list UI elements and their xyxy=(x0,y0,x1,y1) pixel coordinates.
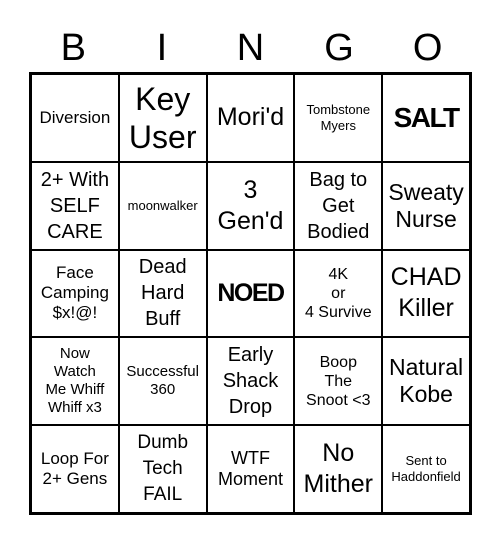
bingo-cell-label: Boop The Snoot <3 xyxy=(306,353,371,409)
header-letter-o: O xyxy=(412,27,443,69)
bingo-cell[interactable]: Sweaty Nurse xyxy=(382,161,470,250)
bingo-cell[interactable]: Early Shack Drop xyxy=(206,337,295,426)
bingo-cell-label: 2+ With SELF CARE xyxy=(40,168,110,243)
bingo-cell-label: 3 Gen'd xyxy=(217,175,284,235)
bingo-cell-label: Early Shack Drop xyxy=(222,344,279,419)
bingo-cell[interactable]: WTF Moment xyxy=(206,425,295,513)
bingo-cell-label: Key User xyxy=(128,80,197,155)
bingo-cell-label: moonwalker xyxy=(127,197,198,213)
bingo-cell[interactable]: Sent to Haddonfield xyxy=(382,425,470,513)
bingo-cell[interactable]: SALT xyxy=(382,74,470,162)
bingo-cell[interactable]: Key User xyxy=(118,74,207,162)
bingo-cell-label: Tombstone Myers xyxy=(306,101,371,133)
header-letter-n: N xyxy=(236,27,265,69)
header-letter-b: B xyxy=(60,27,86,69)
bingo-cell-label: Successful 360 xyxy=(126,363,199,399)
bingo-cell-label: Dead Hard Buff xyxy=(138,256,187,331)
bingo-cell-label: CHAD Killer xyxy=(390,263,462,323)
bingo-cell[interactable]: Successful 360 xyxy=(118,337,207,426)
bingo-cell-label: Now Watch Me Whiff Whiff x3 xyxy=(45,345,105,417)
bingo-cell-label: No Mither xyxy=(303,439,374,499)
bingo-cell-label: Face Camping $x!@! xyxy=(40,263,109,323)
header-letter-i: I xyxy=(156,27,168,69)
bingo-cell-label: Diversion xyxy=(39,107,111,127)
bingo-cell[interactable]: Now Watch Me Whiff Whiff x3 xyxy=(31,337,119,426)
bingo-cell[interactable]: Diversion xyxy=(31,74,119,162)
bingo-cell[interactable]: Boop The Snoot <3 xyxy=(294,337,383,426)
bingo-cell[interactable]: Natural Kobe xyxy=(382,337,470,426)
bingo-cell-label: Natural Kobe xyxy=(389,354,464,408)
bingo-cell[interactable]: 3 Gen'd xyxy=(206,161,295,250)
bingo-cell[interactable]: moonwalker xyxy=(118,161,207,250)
bingo-cell[interactable]: Dead Hard Buff xyxy=(118,249,207,338)
bingo-cell[interactable]: CHAD Killer xyxy=(382,249,470,338)
bingo-cell[interactable]: Tombstone Myers xyxy=(294,74,383,162)
bingo-cell[interactable]: 4K or 4 Survive xyxy=(294,249,383,338)
bingo-cell-label: 4K or 4 Survive xyxy=(304,265,372,321)
bingo-cell-label: Bag to Get Bodied xyxy=(307,168,370,243)
bingo-cell-label: Dumb Tech FAIL xyxy=(137,432,189,506)
bingo-cell-label: Sent to Haddonfield xyxy=(391,453,461,485)
bingo-cell[interactable]: No Mither xyxy=(294,425,383,513)
bingo-cell-label: Loop For 2+ Gens xyxy=(40,449,109,489)
bingo-cell-label: Mori'd xyxy=(216,103,285,132)
bingo-cell-label: SALT xyxy=(393,102,461,134)
bingo-cell[interactable]: Loop For 2+ Gens xyxy=(31,425,119,513)
bingo-cell[interactable]: Mori'd xyxy=(206,74,295,162)
bingo-cell-label: WTF Moment xyxy=(217,448,283,490)
bingo-cell[interactable]: 2+ With SELF CARE xyxy=(31,161,119,250)
header-letter-g: G xyxy=(324,27,354,69)
bingo-cell[interactable]: NOED xyxy=(206,249,295,338)
bingo-cell-label: Sweaty Nurse xyxy=(388,178,464,232)
bingo-cell-label: NOED xyxy=(217,278,285,307)
bingo-cell[interactable]: Face Camping $x!@! xyxy=(31,249,119,338)
bingo-cell[interactable]: Bag to Get Bodied xyxy=(294,161,383,250)
bingo-header: B I N G O xyxy=(29,26,472,70)
bingo-grid: Diversion Key User Mori'd Tombstone Myers SA… xyxy=(29,72,472,515)
bingo-cell[interactable]: Dumb Tech FAIL xyxy=(118,425,207,513)
